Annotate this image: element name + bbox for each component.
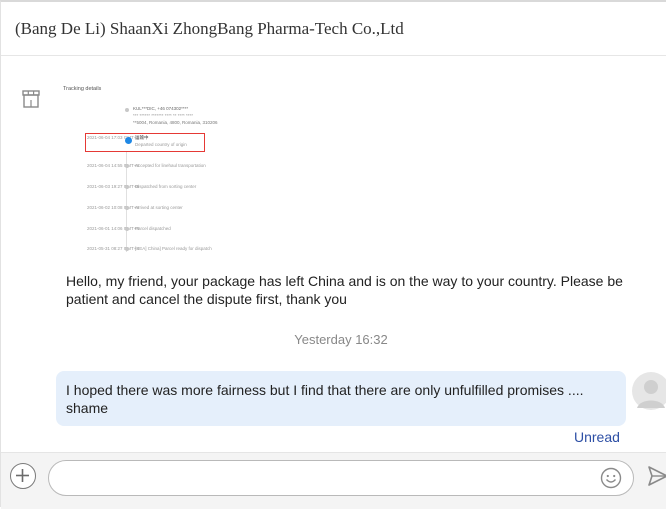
tracking-address-1: KUL***DIC, +46 074302**** (133, 106, 189, 111)
chat-window: (Bang De Li) ShaanXi ZhongBang Pharma-Te… (0, 0, 666, 509)
tracking-event-status: Dispatched from sorting center (135, 184, 197, 189)
send-icon (648, 466, 666, 486)
buyer-message: I hoped there was more fairness but I fi… (66, 382, 584, 416)
plus-icon (16, 469, 29, 482)
chat-header: (Bang De Li) ShaanXi ZhongBang Pharma-Te… (1, 2, 666, 56)
tracking-event-status: Arrived at sorting center (135, 205, 183, 210)
tracking-event-time: 2021-06-02 10:08 GMT+8 (87, 205, 139, 210)
emoji-button[interactable] (600, 467, 622, 489)
smiley-icon (600, 467, 622, 489)
tracking-event-status: Accepted for linehaul transportation (135, 163, 206, 168)
send-button[interactable] (647, 464, 666, 488)
tracking-event-status: Parcel dispatched (135, 226, 171, 231)
timeline-dot (125, 185, 129, 189)
user-avatar-icon (632, 372, 666, 410)
tracking-screenshot[interactable]: Tracking details KUL***DIC, +46 074302**… (59, 78, 249, 256)
tracking-event-status: [SEA] China] Parcel ready for dispatch (135, 246, 212, 251)
tracking-address-3: **5004, Romania, 4800, Romania, 310206 (133, 120, 218, 125)
tracking-event-status: 运输中 (135, 135, 149, 140)
address-pin-icon (125, 108, 129, 112)
timeline-dot (125, 164, 129, 168)
message-timestamp: Yesterday 16:32 (294, 332, 388, 347)
store-icon (19, 88, 43, 112)
seller-name: (Bang De Li) ShaanXi ZhongBang Pharma-Te… (15, 19, 404, 38)
timeline-dot (125, 247, 129, 251)
add-attachment-button[interactable] (10, 463, 36, 489)
tracking-title: Tracking details (63, 86, 102, 92)
tracking-event-time: 2021-06-04 14:55 GMT+8 (87, 163, 139, 168)
timeline-dot (125, 206, 129, 210)
tracking-event-time: 2021-06-03 19:27 GMT+8 (87, 184, 139, 189)
truck-icon (125, 137, 132, 144)
message-input[interactable] (48, 460, 634, 496)
read-status: Unread (574, 429, 620, 445)
seller-message: Hello, my friend, your package has left … (66, 273, 623, 307)
timeline-dot (125, 227, 129, 231)
tracking-event-time: 2021-05-31 08:27 GMT+8 (87, 246, 139, 251)
tracking-address-2: *** ****** ******* **** ** **** **** (133, 113, 194, 118)
buyer-message-bubble: I hoped there was more fairness but I fi… (56, 371, 626, 426)
tracking-event-detail: Departed country of origin (135, 142, 187, 147)
tracking-event-time: 2021-06-01 14:06 GMT+8 (87, 226, 139, 231)
